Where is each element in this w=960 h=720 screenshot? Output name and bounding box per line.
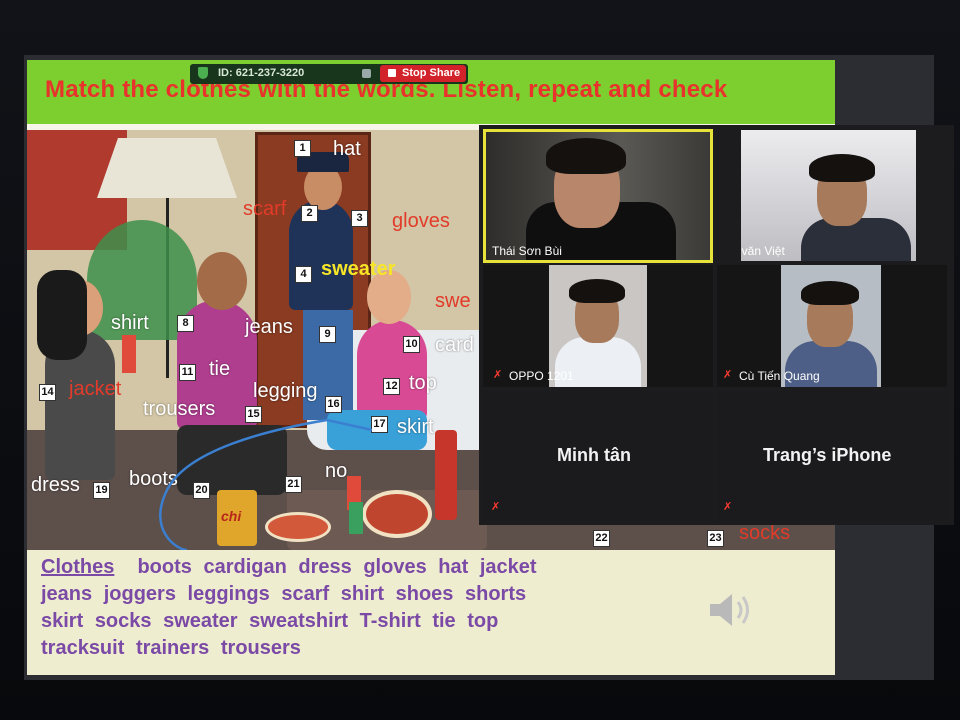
word-tie: tie <box>432 610 456 632</box>
participant-name: Cù Tiến Quang <box>739 369 820 383</box>
word-socks: socks <box>94 610 152 632</box>
shield-icon[interactable] <box>198 67 208 79</box>
word-shoes: shoes <box>395 583 454 605</box>
word-leggings: leggings <box>187 583 270 605</box>
video-tile-6[interactable]: Trang’s iPhone ✗ <box>717 391 947 521</box>
word-bank-line-2: jeans joggers leggings scarf shirt shoes… <box>41 583 526 606</box>
video-tile-4[interactable]: ✗ Cù Tiến Quang <box>717 265 947 387</box>
word-scarf: scarf <box>281 583 330 605</box>
word-trousers: trousers <box>220 637 301 659</box>
mic-muted-icon: ✗ <box>723 368 733 381</box>
word-joggers: joggers <box>103 583 176 605</box>
stop-icon <box>388 69 396 77</box>
video-tile-1[interactable]: Thái Sơn Bùi <box>483 129 713 263</box>
word-t-shirt: T-shirt <box>359 610 421 632</box>
word-bank-line-3: skirt socks sweater sweatshirt T-shirt t… <box>41 610 498 633</box>
word-cardigan: cardigan <box>203 556 287 578</box>
video-tile-2[interactable]: Đỗ văn Việt <box>741 130 916 261</box>
word-shorts: shorts <box>464 583 527 605</box>
stop-share-label: Stop Share <box>402 67 461 79</box>
person-hair <box>546 138 626 174</box>
word-bank-line-1: Clothes boots cardigan dress gloves hat … <box>41 556 537 579</box>
participant-name: OPPO 1201 <box>509 369 574 383</box>
zoom-share-toolbar: ID: 621-237-3220 Stop Share <box>190 64 468 84</box>
stop-share-button[interactable]: Stop Share <box>380 65 466 82</box>
participant-name: Thái Sơn Bùi <box>492 244 562 258</box>
word-boots: boots <box>137 556 192 578</box>
video-tile-5[interactable]: Minh tân ✗ <box>483 391 713 521</box>
mic-muted-icon: ✗ <box>723 500 733 513</box>
participant-name: Minh tân <box>557 445 631 465</box>
word-sweatshirt: sweatshirt <box>249 610 349 632</box>
lock-icon[interactable] <box>362 69 371 78</box>
person-hair <box>569 279 625 303</box>
participant-name: Đỗ văn Việt <box>741 244 785 258</box>
word-top: top <box>467 610 499 632</box>
word-bank-line-4: tracksuit trainers trousers <box>41 637 301 660</box>
word-dress: dress <box>298 556 352 578</box>
word-hat: hat <box>438 556 469 578</box>
video-tile-3[interactable]: ✗ OPPO 1201 <box>483 265 713 387</box>
mic-muted-icon: ✗ <box>491 500 501 513</box>
word-bank-heading: Clothes <box>41 556 115 578</box>
word-jacket: jacket <box>479 556 537 578</box>
word-shirt: shirt <box>340 583 385 605</box>
word-tracksuit: tracksuit <box>41 637 125 659</box>
mic-muted-icon: ✗ <box>493 368 503 381</box>
speaker-icon[interactable] <box>706 588 754 632</box>
person-shirt <box>801 218 911 261</box>
person-hair <box>801 281 859 305</box>
word-trainers: trainers <box>135 637 210 659</box>
word-skirt: skirt <box>41 610 84 632</box>
word-sweater: sweater <box>163 610 238 632</box>
word-gloves: gloves <box>363 556 427 578</box>
word-jeans: jeans <box>41 583 93 605</box>
person-hair <box>809 154 875 182</box>
participant-name: Trang’s iPhone <box>763 445 892 465</box>
video-gallery: Thái Sơn Bùi Đỗ văn Việt ✗ OPPO 1201 ✗ C… <box>479 125 954 525</box>
meeting-id: ID: 621-237-3220 <box>218 67 305 79</box>
